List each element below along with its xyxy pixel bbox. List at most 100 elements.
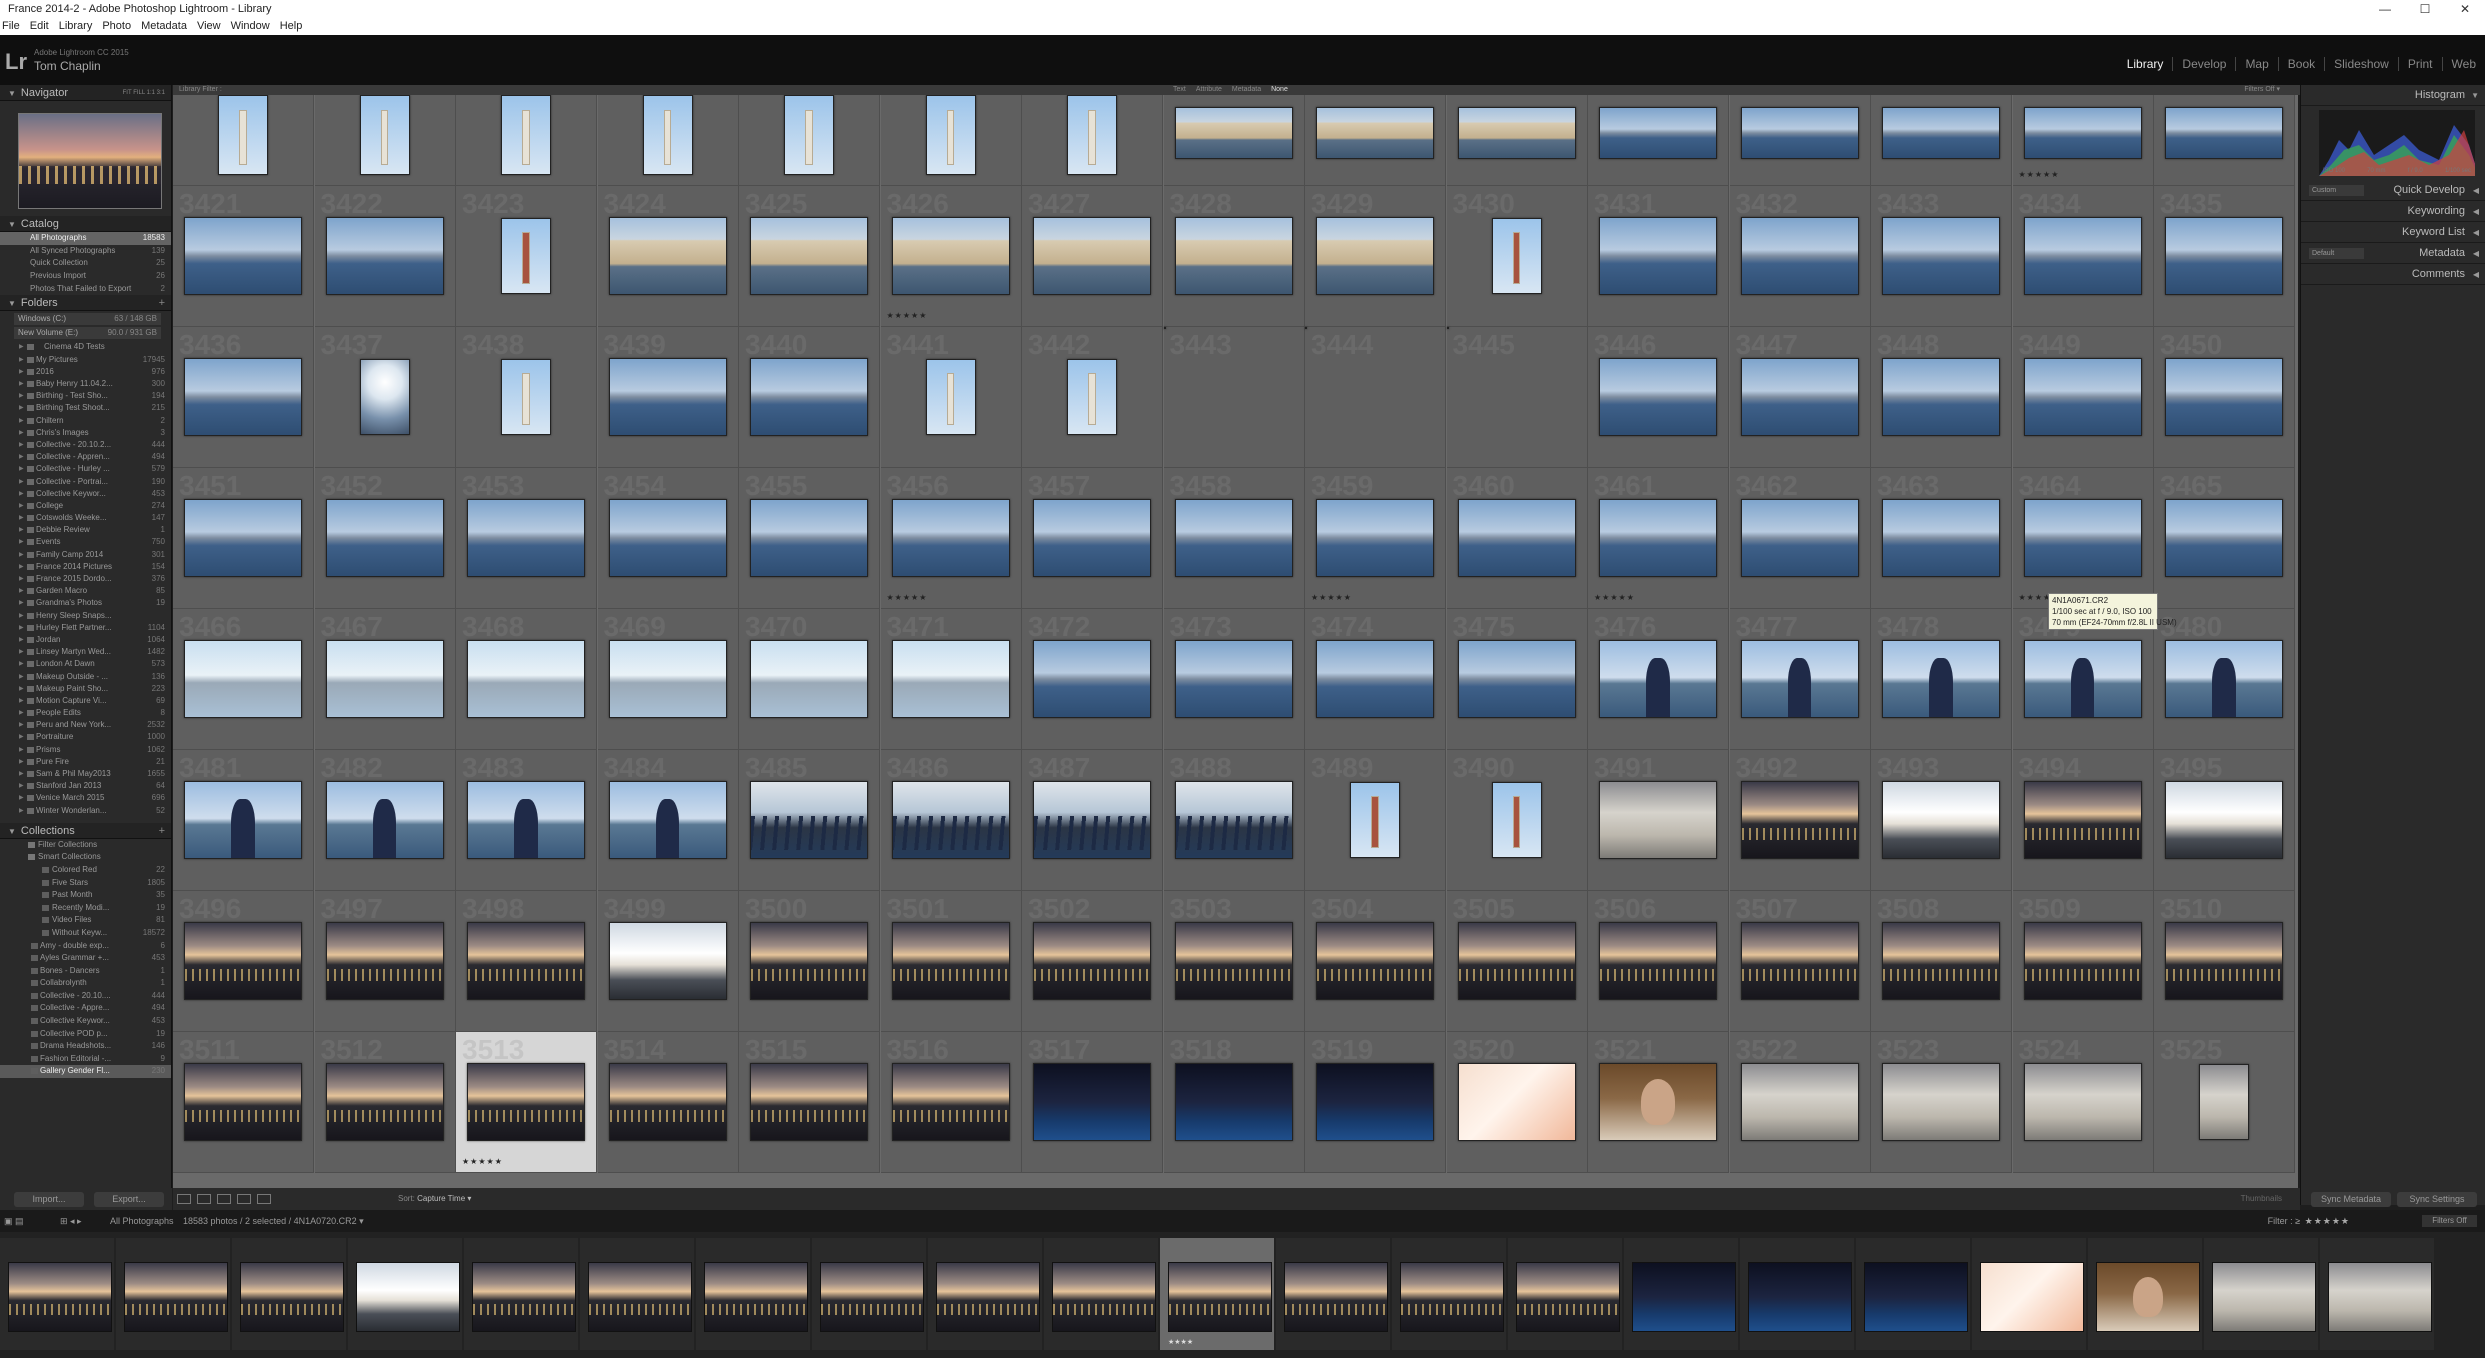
photo-thumbnail[interactable] bbox=[325, 781, 444, 859]
photo-thumbnail[interactable] bbox=[1599, 107, 1717, 159]
grid-cell[interactable]: 3461 ★★★★★ bbox=[1588, 468, 1729, 609]
photo-thumbnail[interactable] bbox=[2165, 781, 2283, 859]
photo-thumbnail[interactable] bbox=[608, 217, 727, 295]
collection-item[interactable]: Without Keyw... 18572 bbox=[0, 927, 171, 940]
photo-thumbnail[interactable] bbox=[467, 640, 585, 718]
photo-thumbnail[interactable] bbox=[359, 95, 410, 175]
collection-item[interactable]: Past Month 35 bbox=[0, 889, 171, 902]
disclosure-triangle-icon[interactable]: ▶ bbox=[19, 488, 24, 500]
grid-cell[interactable]: 3406 bbox=[173, 95, 314, 186]
filmstrip-cell[interactable] bbox=[1740, 1238, 1854, 1350]
photo-thumbnail[interactable] bbox=[1174, 922, 1293, 1000]
secondary-window-icon[interactable]: ▣ ▤ bbox=[4, 1210, 24, 1232]
folder-item[interactable]: ▶ Henry Sleep Snaps... bbox=[0, 610, 171, 622]
grid-cell[interactable]: 3482 bbox=[314, 750, 456, 891]
photo-thumbnail[interactable] bbox=[1033, 1063, 1151, 1141]
disclosure-triangle-icon[interactable]: ▶ bbox=[19, 476, 24, 488]
photo-thumbnail[interactable] bbox=[1882, 358, 2000, 436]
filmstrip-cell[interactable] bbox=[464, 1238, 578, 1350]
photo-thumbnail[interactable] bbox=[1067, 359, 1117, 435]
grid-cell[interactable]: 3415 bbox=[1446, 95, 1588, 186]
grid-cell[interactable]: 3435 bbox=[2154, 186, 2295, 327]
grid-cell[interactable]: 3501 bbox=[880, 891, 1022, 1032]
photo-thumbnail[interactable] bbox=[2023, 640, 2142, 718]
grid-cell[interactable]: 3408 bbox=[456, 95, 597, 186]
grid-cell[interactable]: 3472 bbox=[1022, 609, 1163, 750]
photo-thumbnail[interactable] bbox=[1599, 217, 1717, 295]
photo-thumbnail[interactable] bbox=[325, 499, 444, 577]
photo-thumbnail[interactable] bbox=[1740, 499, 1859, 577]
menu-library[interactable]: Library bbox=[54, 18, 98, 35]
grid-cell[interactable]: 3504 bbox=[1305, 891, 1446, 1032]
filmstrip-cell[interactable] bbox=[1624, 1238, 1738, 1350]
grid-cell[interactable]: 3462 bbox=[1729, 468, 1871, 609]
collection-item[interactable]: Colored Red 22 bbox=[0, 864, 171, 877]
export-button[interactable]: Export... bbox=[94, 1192, 164, 1207]
grid-cell[interactable]: 3471 bbox=[880, 609, 1022, 750]
filmstrip-cell[interactable] bbox=[928, 1238, 1042, 1350]
grid-cell[interactable]: 3418 bbox=[1871, 95, 2012, 186]
folder-item[interactable]: ▶ Pure Fire 21 bbox=[0, 756, 171, 768]
disclosure-triangle-icon[interactable]: ▶ bbox=[19, 597, 24, 609]
disclosure-triangle-icon[interactable]: ▶ bbox=[19, 439, 24, 451]
grid-cell[interactable]: 3466 bbox=[173, 609, 314, 750]
filmstrip-thumbnail[interactable] bbox=[2328, 1262, 2432, 1332]
photo-thumbnail[interactable] bbox=[2165, 107, 2283, 159]
star-rating[interactable]: ★★★★★ bbox=[462, 1157, 503, 1166]
filmstrip-thumbnail[interactable] bbox=[1516, 1262, 1620, 1332]
photo-thumbnail[interactable] bbox=[2023, 217, 2142, 295]
filmstrip-thumbnail[interactable] bbox=[8, 1262, 112, 1332]
photo-thumbnail[interactable] bbox=[750, 358, 868, 436]
grid-cell[interactable]: 3458 bbox=[1163, 468, 1305, 609]
grid-cell[interactable]: 3432 bbox=[1729, 186, 1871, 327]
grid-cell[interactable]: 3525 bbox=[2154, 1032, 2295, 1173]
collection-item[interactable]: Filter Collections bbox=[0, 839, 171, 852]
filter-option-attribute[interactable]: Attribute bbox=[1196, 86, 1222, 93]
grid-cell[interactable]: 3524 bbox=[2012, 1032, 2154, 1173]
grid-cell[interactable]: 3446 bbox=[1588, 327, 1729, 468]
grid-cell[interactable]: 3443 bbox=[1163, 327, 1305, 468]
folder-item[interactable]: ▶ Makeup Outside - ... 136 bbox=[0, 671, 171, 683]
grid-cell[interactable]: 3493 bbox=[1871, 750, 2012, 891]
grid-cell[interactable]: 3436 bbox=[173, 327, 314, 468]
photo-thumbnail[interactable] bbox=[184, 922, 302, 1000]
disclosure-triangle-icon[interactable]: ▶ bbox=[19, 415, 24, 427]
photo-thumbnail[interactable] bbox=[1491, 782, 1542, 858]
filmstrip-cell[interactable] bbox=[696, 1238, 810, 1350]
grid-cell[interactable]: 3478 bbox=[1871, 609, 2012, 750]
photo-thumbnail[interactable] bbox=[1446, 327, 1449, 329]
grid-cell[interactable]: 3417 bbox=[1729, 95, 1871, 186]
grid-cell[interactable]: 3470 bbox=[739, 609, 880, 750]
disclosure-triangle-icon[interactable]: ▶ bbox=[19, 610, 24, 622]
folder-item[interactable]: ▶ Hurley Flett Partner... 1104 bbox=[0, 622, 171, 634]
grid-cell[interactable]: 3496 bbox=[173, 891, 314, 1032]
filmstrip-thumbnail[interactable] bbox=[2212, 1262, 2316, 1332]
filmstrip-cell[interactable] bbox=[2088, 1238, 2202, 1350]
photo-thumbnail[interactable] bbox=[1491, 218, 1542, 294]
collection-item[interactable]: Gallery Gender Fl... 230 bbox=[0, 1065, 171, 1079]
folder-item[interactable]: ▶ Collective - 20.10.2... 444 bbox=[0, 439, 171, 451]
grid-cell[interactable]: 3479 bbox=[2012, 609, 2154, 750]
grid-cell[interactable]: 3481 bbox=[173, 750, 314, 891]
grid-cell[interactable]: 3514 bbox=[597, 1032, 739, 1173]
filmstrip-thumbnail[interactable] bbox=[1168, 1262, 1272, 1332]
filmstrip-thumbnail[interactable] bbox=[1864, 1262, 1968, 1332]
disclosure-triangle-icon[interactable]: ▶ bbox=[19, 719, 24, 731]
disclosure-triangle-icon[interactable]: ▶ bbox=[19, 671, 24, 683]
folder-item[interactable]: ▶ Winter Wonderlan... 52 bbox=[0, 805, 171, 817]
disclosure-triangle-icon[interactable]: ▶ bbox=[19, 695, 24, 707]
catalog-item[interactable]: Quick Collection 25 bbox=[0, 257, 171, 270]
grid-cell[interactable]: 3519 bbox=[1305, 1032, 1446, 1173]
grid-cell[interactable]: 3464 ★★★★★ bbox=[2012, 468, 2154, 609]
grid-cell[interactable]: 3490 bbox=[1446, 750, 1588, 891]
grid-cell[interactable]: 3428 bbox=[1163, 186, 1305, 327]
folder-item[interactable]: ▶ My Pictures 17945 bbox=[0, 354, 171, 366]
grid-cell[interactable]: 3522 bbox=[1729, 1032, 1871, 1173]
photo-thumbnail[interactable] bbox=[1740, 781, 1859, 859]
grid-cell[interactable]: 3422 bbox=[314, 186, 456, 327]
photo-thumbnail[interactable] bbox=[891, 922, 1010, 1000]
preset-dropdown[interactable]: Custom bbox=[2309, 185, 2364, 196]
grid-cell[interactable]: 3508 bbox=[1871, 891, 2012, 1032]
filmstrip-cell[interactable] bbox=[232, 1238, 346, 1350]
disclosure-triangle-icon[interactable]: ▶ bbox=[19, 512, 24, 524]
